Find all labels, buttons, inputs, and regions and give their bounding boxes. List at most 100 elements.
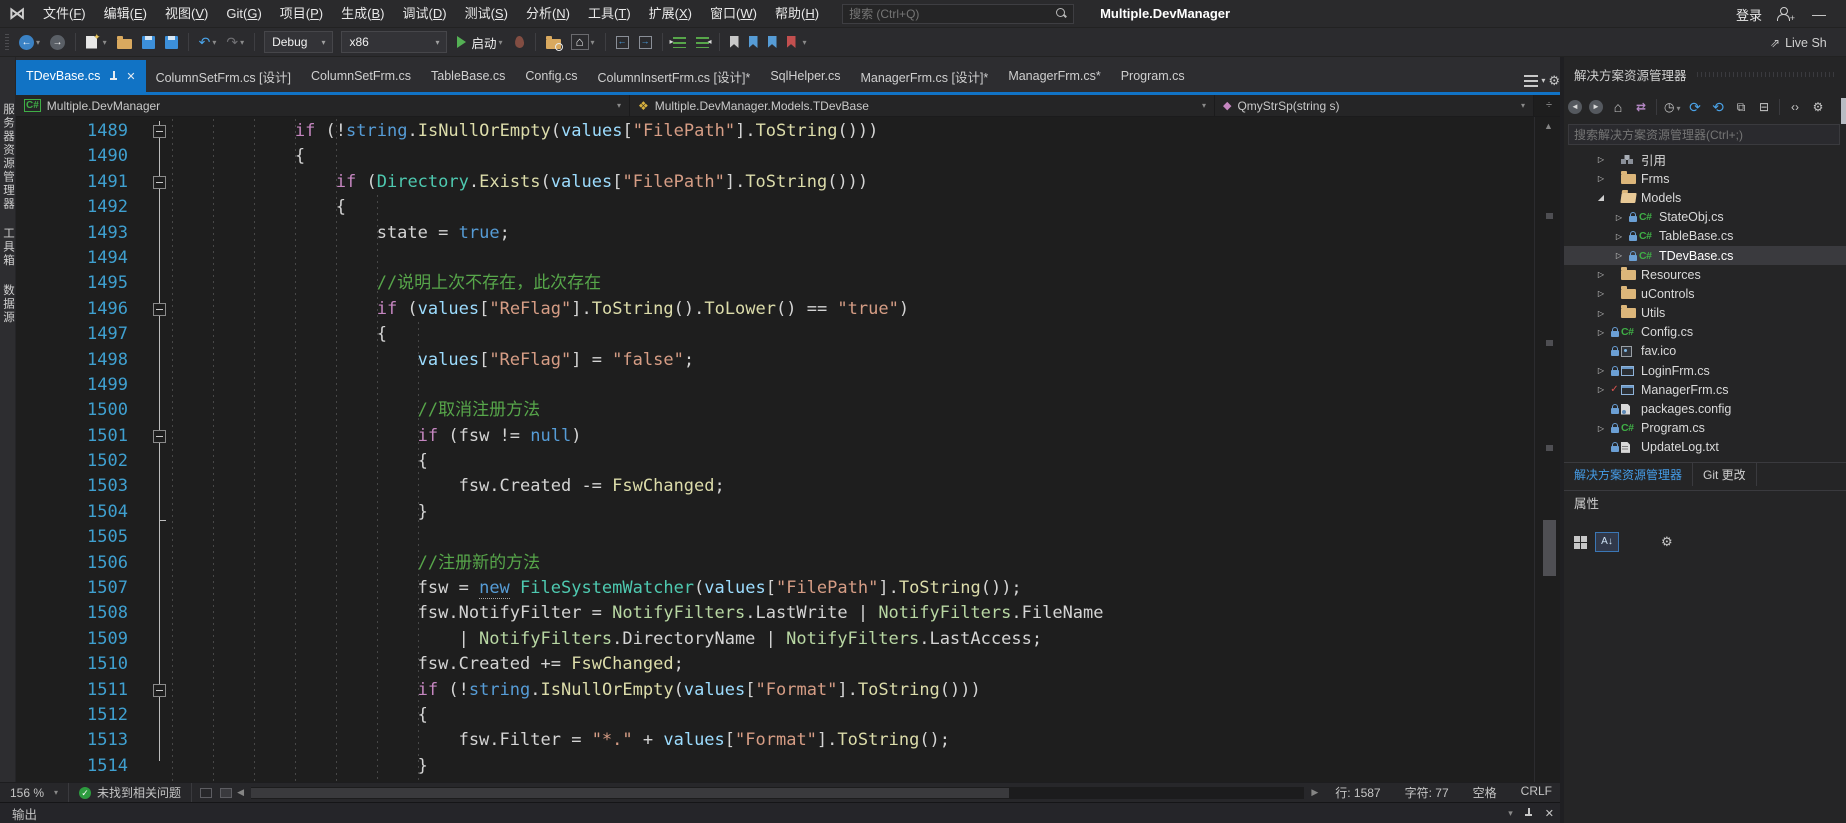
code-line[interactable]: 1514 } [16,754,1104,779]
code-line[interactable]: 1504 } [16,500,1104,525]
solution-search-box[interactable] [1568,124,1840,145]
account-icon[interactable]: + [1776,7,1790,21]
tree-item-packages-config[interactable]: packages.config [1564,399,1846,418]
tree-item-loginfrm-cs[interactable]: ▷LoginFrm.cs [1564,361,1846,380]
fold-collapse-box[interactable] [153,430,166,443]
code-line[interactable]: 1489 if (!string.IsNullOrEmpty(values["F… [16,119,1104,144]
new-file-button[interactable]: ✦▾ [84,30,109,54]
solution-configuration-dropdown[interactable]: Debug▾ [264,31,333,53]
chevron-collapsed-icon[interactable]: ▷ [1594,174,1608,183]
code-line[interactable]: 1493 state = true; [16,221,1104,246]
code-line[interactable]: 1490 { [16,144,1104,169]
code-line[interactable]: 1494 [16,246,1104,271]
column-indicator[interactable]: 字符: 77 [1393,784,1461,801]
menu-12[interactable]: 窗口(W) [701,0,766,28]
tree-item--[interactable]: ▷引用 [1564,150,1846,169]
window-position-icon[interactable]: ▾ [1508,808,1513,819]
navigate-forward-doc-button[interactable] [637,30,654,54]
decrease-indent-button[interactable] [671,30,688,54]
chevron-collapsed-icon[interactable]: ▷ [1594,328,1608,337]
tree-item-program-cs[interactable]: ▷C#Program.cs [1564,419,1846,438]
code-line[interactable]: 1512 { [16,703,1104,728]
tab-solution-explorer[interactable]: 解决方案资源管理器 [1564,466,1692,483]
scroll-left-arrow-icon[interactable]: ◀ [232,787,249,798]
code-line[interactable]: 1503 fsw.Created -= FswChanged; [16,474,1104,499]
undo-button[interactable]: ↶▾ [197,30,219,54]
solution-search-input[interactable] [1574,128,1834,142]
code-line[interactable]: 1501 if (fsw != null) [16,424,1104,449]
menu-4[interactable]: Git(G) [217,0,270,28]
refresh-icon[interactable]: ⟳ [1687,99,1703,116]
editor-tab[interactable]: ColumnSetFrm.cs [301,60,421,92]
close-icon[interactable]: ✕ [126,70,135,83]
save-all-button[interactable] [163,30,180,54]
tab-git-changes[interactable]: Git 更改 [1692,463,1757,486]
breadcrumb-segment-3[interactable]: ◆QmyStrSp(string s)▾ [1215,95,1534,116]
redo-button[interactable]: ↷▾ [224,30,246,54]
view-code-icon[interactable]: ‹› [1787,100,1803,114]
code-line[interactable]: 1511 if (!string.IsNullOrEmpty(values["F… [16,678,1104,703]
tree-item-resources[interactable]: ▷Resources [1564,265,1846,284]
menu-13[interactable]: 帮助(H) [766,0,828,28]
gear-icon[interactable]: ⚙ [1548,75,1560,87]
collapse-all-icon[interactable]: ⊟ [1756,100,1772,114]
horizontal-scrollbar-thumb[interactable] [251,788,1009,798]
home-icon[interactable]: ⌂ [1610,99,1626,115]
categorized-view-icon[interactable] [1574,536,1587,549]
sign-in-button[interactable]: 登录 [1736,5,1762,24]
editor-tab[interactable]: Config.cs [515,60,587,92]
panel-scrollbar-thumb[interactable] [1841,98,1846,124]
fold-collapse-box[interactable] [153,125,166,138]
zoom-level-dropdown[interactable]: 156 %▾ [0,783,69,802]
menu-3[interactable]: 视图(V) [156,0,217,28]
menu-5[interactable]: 项目(P) [271,0,332,28]
save-button[interactable] [140,30,157,54]
minimize-button[interactable]: — [1804,6,1834,22]
tree-item-stateobj-cs[interactable]: ▷C#StateObj.cs [1564,208,1846,227]
menu-6[interactable]: 生成(B) [332,0,393,28]
code-line[interactable]: 1510 fsw.Created += FswChanged; [16,652,1104,677]
chevron-collapsed-icon[interactable]: ▷ [1594,270,1608,279]
quick-search-input[interactable] [849,7,1056,21]
menu-7[interactable]: 调试(D) [394,0,456,28]
property-pages-icon[interactable]: ⚙ [1661,534,1673,550]
hot-reload-icon[interactable] [514,36,524,49]
chevron-collapsed-icon[interactable]: ▷ [1594,385,1608,394]
forward-icon[interactable]: ► [1589,100,1603,114]
tree-item-utils[interactable]: ▷Utils [1564,304,1846,323]
code-line[interactable]: 1499 [16,373,1104,398]
menu-10[interactable]: 工具(T) [579,0,640,28]
chevron-collapsed-icon[interactable]: ▷ [1612,251,1626,260]
document-health-indicator[interactable]: ✓ 未找到相关问题 [69,783,192,802]
editor-tab[interactable]: ManagerFrm.cs* [998,60,1110,92]
quick-search-box[interactable] [842,4,1074,24]
code-line[interactable]: 1508 fsw.NotifyFilter = NotifyFilters.La… [16,601,1104,626]
tool-tab-3[interactable]: 数据源 [0,284,16,325]
chevron-collapsed-icon[interactable]: ▷ [1594,309,1608,318]
menu-1[interactable]: 文件(F) [34,0,95,28]
menu-11[interactable]: 扩展(X) [640,0,701,28]
tree-item-config-cs[interactable]: ▷C#Config.cs [1564,323,1846,342]
chevron-collapsed-icon[interactable]: ▷ [1594,424,1608,433]
editor-tab[interactable]: SqlHelper.cs [760,60,850,92]
find-in-files-button[interactable] [544,30,563,54]
properties-icon[interactable]: ⚙ [1810,100,1826,114]
code-line[interactable]: 1509 | NotifyFilters.DirectoryName | Not… [16,627,1104,652]
editor-tab[interactable]: ColumnSetFrm.cs [设计] [146,60,301,92]
code-line[interactable]: 1491 if (Directory.Exists(values["FilePa… [16,170,1104,195]
editor-tab[interactable]: TableBase.cs [421,60,515,92]
tree-item-models[interactable]: ◢Models [1564,188,1846,207]
output-panel-header[interactable]: 输出 ▾ ✕ [0,802,1564,823]
code-line[interactable]: 1505 [16,525,1104,550]
browser-link-button[interactable]: ⌂▾ [569,30,597,54]
solution-platform-dropdown[interactable]: x86▾ [341,31,447,53]
navigate-backward-doc-button[interactable] [614,30,631,54]
menu-2[interactable]: 编辑(E) [95,0,156,28]
toggle-bookmark-button[interactable] [728,30,741,54]
open-file-button[interactable] [115,30,134,54]
breadcrumb-segment-2[interactable]: ❖Multiple.DevManager.Models.TDevBase▾ [630,95,1215,116]
code-line[interactable]: 1496 if (values["ReFlag"].ToString().ToL… [16,297,1104,322]
chevron-collapsed-icon[interactable]: ▷ [1612,232,1626,241]
editor-tab[interactable]: Program.cs [1111,60,1195,92]
editor-tab[interactable]: ManagerFrm.cs [设计]* [851,60,999,92]
